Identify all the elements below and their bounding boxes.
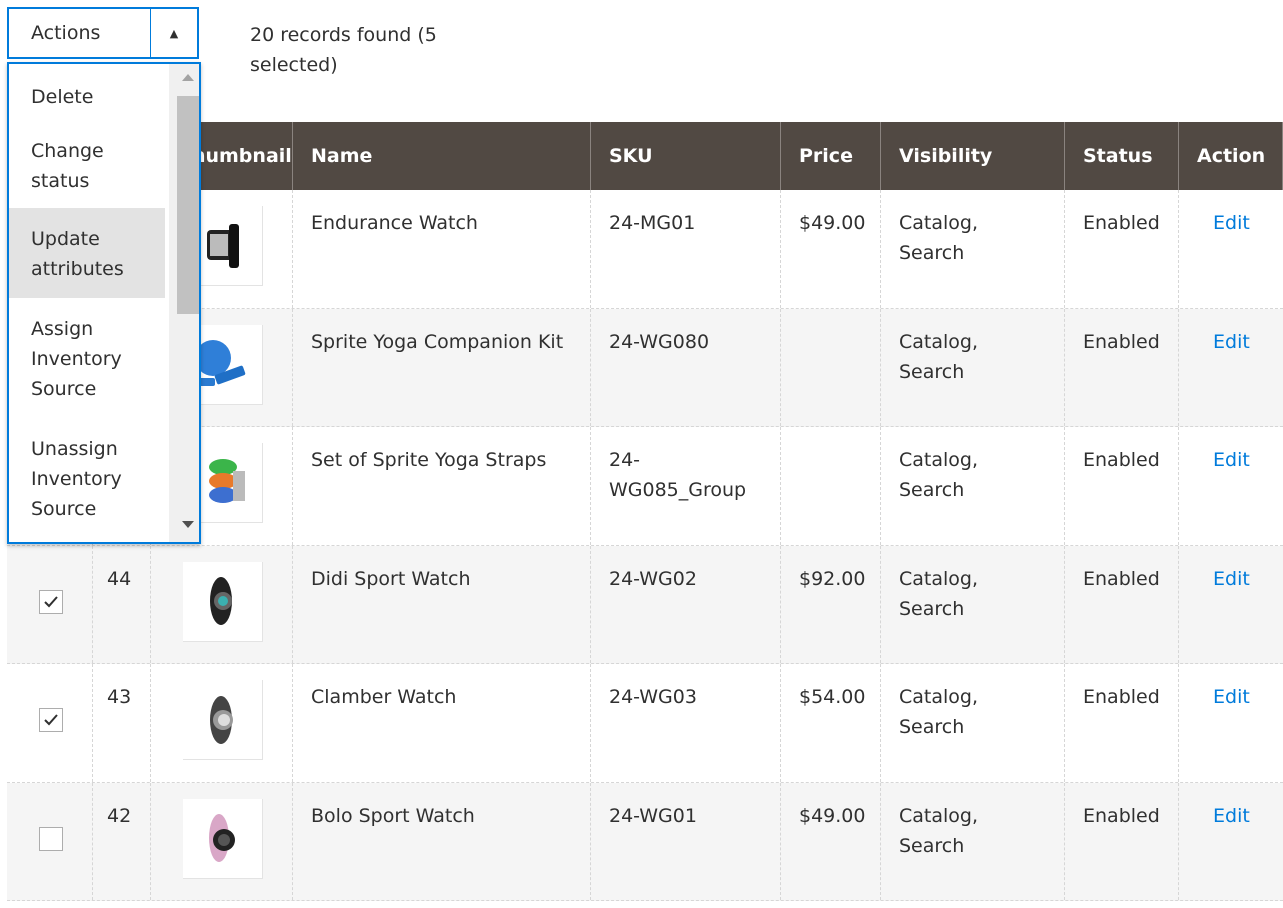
product-thumbnail[interactable] [183, 680, 263, 760]
row-name: Didi Sport Watch [293, 545, 591, 663]
product-thumbnail[interactable] [183, 561, 263, 642]
row-id: 43 [93, 664, 151, 782]
row-status: Enabled [1065, 782, 1179, 900]
table-row[interactable]: 44 Didi Sport Watch 24-WG02 $92.00 Catalog, … [7, 545, 1283, 664]
edit-link[interactable]: Edit [1213, 568, 1250, 590]
row-checkbox[interactable] [39, 826, 63, 851]
row-name: Endurance Watch [293, 190, 591, 308]
header-visibility[interactable]: Visibility [881, 122, 1065, 190]
scroll-down-arrow-icon[interactable] [182, 521, 194, 528]
row-price: $54.00 [781, 664, 881, 782]
menu-scrollbar[interactable] [169, 64, 199, 542]
menu-item-unassign-inventory-source[interactable]: Unassign Inventory Source [9, 418, 165, 524]
menu-item-assign-inventory-source[interactable]: Assign Inventory Source [9, 298, 165, 418]
checkmark-icon [44, 595, 58, 607]
table-row[interactable]: 43 Clamber Watch 24-WG03 $54.00 Catalog, Sea… [7, 664, 1283, 783]
row-sku: 24-WG080 [591, 308, 781, 426]
row-status: Enabled [1065, 664, 1179, 782]
row-checkbox[interactable] [39, 708, 63, 732]
caret-up-icon[interactable]: ▲ [150, 9, 197, 57]
row-name: Bolo Sport Watch [293, 782, 591, 900]
row-action-cell: Edit [1179, 190, 1283, 308]
edit-link[interactable]: Edit [1213, 449, 1250, 471]
table-row[interactable]: 42 Bolo Sport Watch 24-WG01 $49.00 Catalog, … [7, 782, 1283, 901]
row-sku: 24-WG02 [591, 545, 781, 663]
row-visibility: Catalog, Search [881, 427, 1065, 545]
actions-label: Actions [31, 22, 101, 44]
row-checkbox[interactable] [39, 589, 63, 614]
row-id: 44 [93, 545, 151, 663]
row-status: Enabled [1065, 308, 1179, 426]
header-price[interactable]: Price [781, 122, 881, 190]
product-thumbnail[interactable] [183, 798, 263, 879]
row-action-cell: Edit [1179, 427, 1283, 545]
row-select-cell [7, 782, 93, 900]
row-status: Enabled [1065, 190, 1179, 308]
edit-link[interactable]: Edit [1213, 686, 1250, 708]
row-thumbnail-cell [151, 545, 293, 663]
row-select-cell [7, 664, 93, 782]
header-action: Action [1179, 122, 1283, 190]
header-sku[interactable]: SKU [591, 122, 781, 190]
row-id: 42 [93, 782, 151, 900]
row-sku: 24-WG03 [591, 664, 781, 782]
row-name: Set of Sprite Yoga Straps [293, 427, 591, 545]
header-status[interactable]: Status [1065, 122, 1179, 190]
row-status: Enabled [1065, 545, 1179, 663]
actions-menu: Delete Change status Update attributes Assi… [7, 62, 201, 544]
row-action-cell: Edit [1179, 783, 1283, 901]
row-name: Sprite Yoga Companion Kit [293, 308, 591, 426]
row-action-cell: Edit [1179, 546, 1283, 664]
menu-item-change-status[interactable]: Change status [9, 124, 165, 208]
row-sku: 24- WG085_Group [591, 427, 781, 545]
row-price [781, 427, 881, 545]
row-action-cell: Edit [1179, 664, 1283, 782]
row-price [781, 308, 881, 426]
row-select-cell [7, 545, 93, 663]
header-name[interactable]: Name [293, 122, 591, 190]
row-thumbnail-cell [151, 664, 293, 782]
row-status: Enabled [1065, 427, 1179, 545]
edit-link[interactable]: Edit [1213, 331, 1250, 353]
menu-item-delete[interactable]: Delete [9, 82, 165, 124]
row-sku: 24-MG01 [591, 190, 781, 308]
row-thumbnail-cell [151, 782, 293, 900]
scroll-up-arrow-icon[interactable] [182, 74, 194, 81]
actions-dropdown-button[interactable]: Actions ▲ [7, 7, 199, 59]
row-action-cell: Edit [1179, 309, 1283, 427]
edit-link[interactable]: Edit [1213, 212, 1250, 234]
row-name: Clamber Watch [293, 664, 591, 782]
row-visibility: Catalog, Search [881, 782, 1065, 900]
row-price: $49.00 [781, 782, 881, 900]
row-price: $49.00 [781, 190, 881, 308]
row-sku: 24-WG01 [591, 782, 781, 900]
row-visibility: Catalog, Search [881, 545, 1065, 663]
edit-link[interactable]: Edit [1213, 805, 1250, 827]
row-visibility: Catalog, Search [881, 664, 1065, 782]
menu-item-update-attributes[interactable]: Update attributes [9, 208, 165, 298]
scrollbar-thumb[interactable] [177, 96, 199, 314]
checkmark-icon [44, 714, 58, 726]
row-price: $92.00 [781, 545, 881, 663]
records-count: 20 records found (5 selected) [250, 24, 437, 76]
row-visibility: Catalog, Search [881, 190, 1065, 308]
row-visibility: Catalog, Search [881, 308, 1065, 426]
